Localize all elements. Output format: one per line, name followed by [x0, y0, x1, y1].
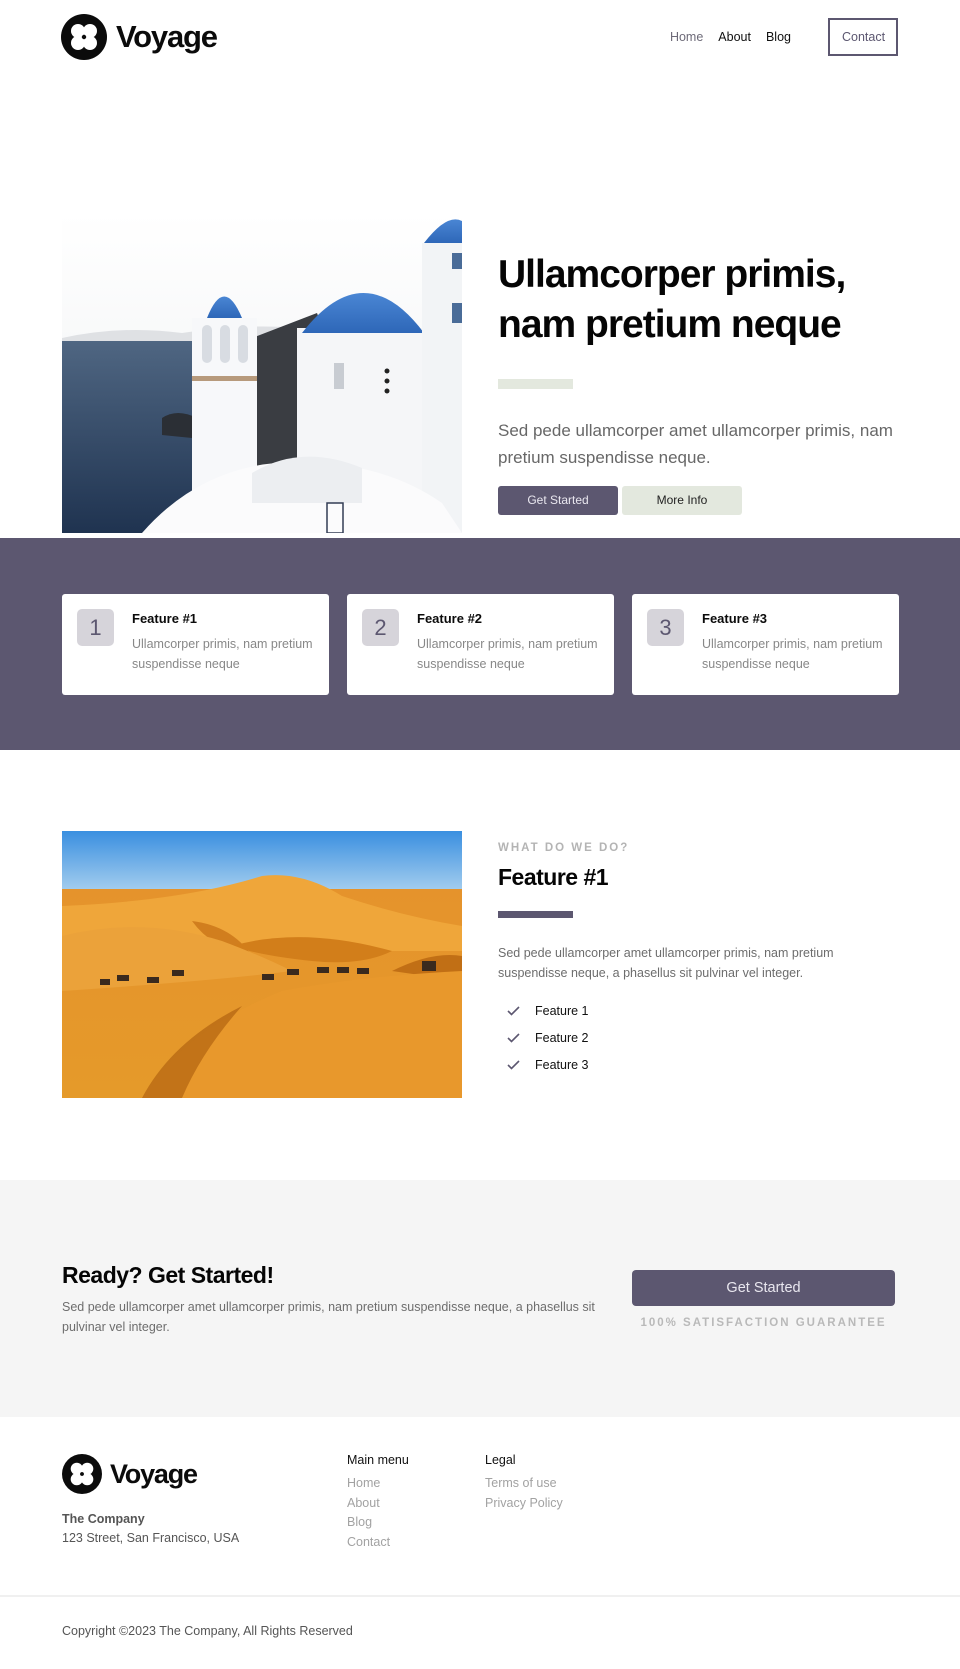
main-nav: Home About Blog Contact — [670, 18, 898, 56]
footer-link-about[interactable]: About — [347, 1494, 409, 1514]
hero-image — [62, 213, 462, 533]
cta-description: Sed pede ullamcorper amet ullamcorper pr… — [62, 1300, 595, 1334]
footer-brand-name: Voyage — [110, 1458, 198, 1489]
four-petal-circle-icon — [62, 1454, 102, 1494]
footer-link-blog[interactable]: Blog — [347, 1513, 409, 1533]
check-icon — [507, 1005, 520, 1016]
footer-main-menu: Main menu Home About Blog Contact — [347, 1453, 409, 1552]
check-icon — [507, 1032, 520, 1043]
features-section: 1 Feature #1 Ullamcorper primis, nam pre… — [0, 538, 960, 750]
contact-button[interactable]: Contact — [828, 18, 898, 56]
checklist-label: Feature 3 — [535, 1057, 589, 1072]
feature-title: Feature #1 — [132, 611, 198, 626]
cta-section: Ready? Get Started! Sed pede ullamcorper… — [0, 1180, 960, 1417]
section-eyebrow: WHAT DO WE DO? — [498, 842, 630, 854]
footer-link-contact[interactable]: Contact — [347, 1533, 409, 1553]
footer-logo-link[interactable]: Voyage — [62, 1454, 198, 1494]
footer-link-terms[interactable]: Terms of use — [485, 1474, 563, 1494]
section-title: Feature #1 — [498, 864, 609, 890]
hero-description: Sed pede ullamcorper amet ullamcorper pr… — [498, 421, 893, 467]
feature-number-badge: 3 — [647, 609, 684, 646]
site-header: Voyage Home About Blog Contact — [0, 0, 960, 76]
copyright-bar: Copyright ©2023 The Company, All Rights … — [0, 1617, 960, 1663]
feature-description: Ullamcorper primis, nam pretium suspendi… — [702, 637, 883, 671]
feature-number-badge: 1 — [77, 609, 114, 646]
footer-legal-heading: Legal — [485, 1453, 516, 1467]
footer-divider — [0, 1595, 960, 1597]
hero-section: Ullamcorper primis, nam pretium neque Se… — [0, 76, 960, 538]
checklist-item: Feature 3 — [498, 1051, 898, 1078]
cta-get-started-button[interactable]: Get Started — [632, 1270, 895, 1306]
brand-name: Voyage — [116, 19, 218, 54]
what-we-do-content: WHAT DO WE DO? Feature #1 Sed pede ullam… — [498, 842, 898, 1078]
what-we-do-section: WHAT DO WE DO? Feature #1 Sed pede ullam… — [0, 750, 960, 1180]
section-description: Sed pede ullamcorper amet ullamcorper pr… — [498, 946, 834, 980]
more-info-button[interactable]: More Info — [622, 486, 742, 515]
feature-number-badge: 2 — [362, 609, 399, 646]
checklist-item: Feature 1 — [498, 997, 898, 1024]
checklist-item: Feature 2 — [498, 1024, 898, 1051]
feature-description: Ullamcorper primis, nam pretium suspendi… — [132, 637, 313, 671]
feature-checklist: Feature 1 Feature 2 Feature 3 — [498, 997, 898, 1078]
footer-menu-heading: Main menu — [347, 1453, 409, 1467]
hero-title: Ullamcorper primis, nam pretium neque — [498, 253, 846, 346]
feature-title: Feature #3 — [702, 611, 768, 626]
hero-content: Ullamcorper primis, nam pretium neque Se… — [498, 250, 898, 515]
logo-link[interactable]: Voyage — [61, 14, 218, 60]
feature-card: 2 Feature #2 Ullamcorper primis, nam pre… — [347, 594, 614, 695]
footer-link-privacy[interactable]: Privacy Policy — [485, 1494, 563, 1514]
get-started-button[interactable]: Get Started — [498, 486, 618, 515]
desert-image — [62, 831, 462, 1098]
copyright-text: Copyright ©2023 The Company, All Rights … — [62, 1624, 353, 1638]
nav-about[interactable]: About — [718, 30, 751, 44]
company-name: The Company — [62, 1512, 145, 1526]
feature-description: Ullamcorper primis, nam pretium suspendi… — [417, 637, 598, 671]
check-icon — [507, 1059, 520, 1070]
section-accent-bar — [498, 911, 573, 918]
nav-blog[interactable]: Blog — [766, 30, 791, 44]
footer-legal-menu: Legal Terms of use Privacy Policy — [485, 1453, 563, 1513]
page: Voyage Home About Blog Contact Ullamcorp… — [0, 0, 960, 1663]
cta-title: Ready? Get Started! — [62, 1262, 274, 1288]
guarantee-text: 100% SATISFACTION GUARANTEE — [640, 1317, 887, 1329]
hero-buttons: Get Started More Info — [498, 486, 898, 515]
footer-link-home[interactable]: Home — [347, 1474, 409, 1494]
site-footer: Voyage The Company 123 Street, San Franc… — [0, 1417, 960, 1617]
nav-home[interactable]: Home — [670, 30, 703, 44]
checklist-label: Feature 2 — [535, 1030, 589, 1045]
feature-card: 3 Feature #3 Ullamcorper primis, nam pre… — [632, 594, 899, 695]
hero-accent-bar — [498, 379, 573, 389]
checklist-label: Feature 1 — [535, 1003, 589, 1018]
feature-title: Feature #2 — [417, 611, 483, 626]
feature-card: 1 Feature #1 Ullamcorper primis, nam pre… — [62, 594, 329, 695]
company-address: 123 Street, San Francisco, USA — [62, 1531, 240, 1545]
four-petal-circle-icon — [61, 14, 107, 60]
